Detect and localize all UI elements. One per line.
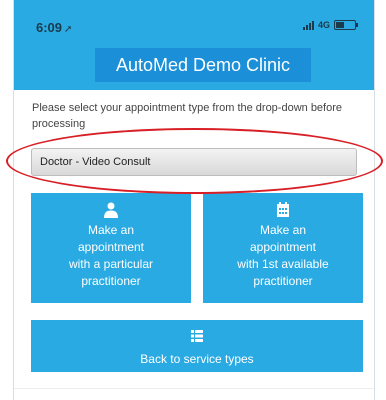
make-appointment-first-available-button[interactable]: Make an appointment with 1st available p… [203,193,363,303]
page-title: AutoMed Demo Clinic [95,48,311,82]
phone-screen: 6:09 ➚ 4G AutoMed Demo Clinic Please sele… [13,0,375,400]
app-header: 6:09 ➚ 4G AutoMed Demo Clinic [14,0,374,90]
appointment-type-select[interactable]: Doctor - Video Consult [31,148,357,176]
location-arrow-icon: ➚ [64,24,73,35]
list-icon [191,330,203,342]
network-label: 4G [317,20,330,30]
status-indicators: 4G [302,20,358,30]
calendar-icon [277,202,289,217]
status-time: 6:09 ➚ [36,20,73,35]
signal-icon [302,20,314,30]
tile-label: Back to service types [140,352,254,366]
battery-icon [334,20,358,30]
person-icon [104,202,118,218]
status-bar: 6:09 ➚ 4G [14,20,374,44]
divider [14,388,374,389]
back-to-service-types-button[interactable]: Back to service types [31,320,363,372]
make-appointment-particular-button[interactable]: Make an appointment with a particular pr… [31,193,191,303]
instructions-text: Please select your appointment type from… [32,102,343,130]
